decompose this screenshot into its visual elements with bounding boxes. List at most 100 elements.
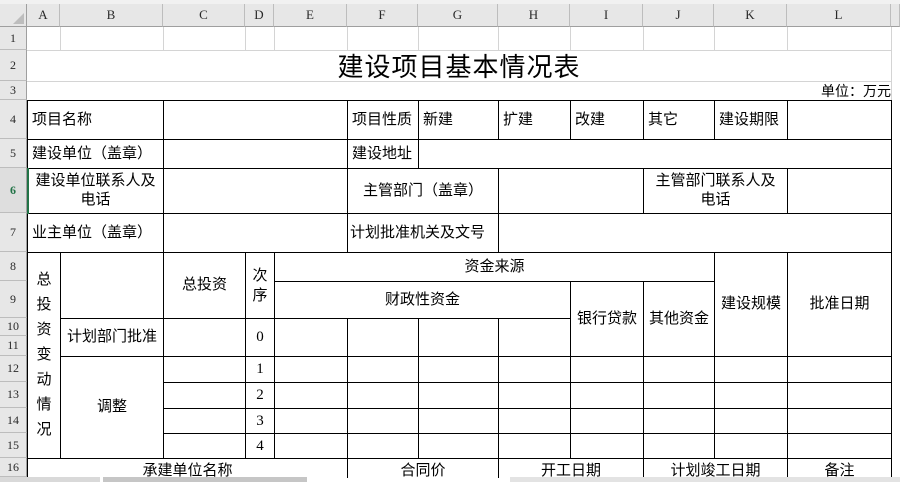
- cell-e15-blank[interactable]: [274, 433, 348, 459]
- cell-b8b9-blank[interactable]: [60, 252, 164, 319]
- cell-e10-blank[interactable]: [274, 318, 348, 357]
- cell-j13-blank[interactable]: [643, 382, 715, 409]
- col-header-I[interactable]: I: [570, 4, 643, 27]
- cell-e14-blank[interactable]: [274, 408, 348, 434]
- cell-adjustment-label[interactable]: 调整: [60, 356, 164, 459]
- row-header-9[interactable]: 9: [0, 281, 27, 318]
- cell-j15-blank[interactable]: [643, 433, 715, 459]
- cell-nature-expand[interactable]: 扩建: [498, 100, 571, 140]
- row-header-7[interactable]: 7: [0, 213, 27, 252]
- cell-c10-blank[interactable]: [163, 318, 246, 357]
- cell-project-name-label[interactable]: 项目名称: [27, 100, 164, 140]
- cell-competent-dept-value[interactable]: [498, 168, 644, 214]
- row-header-8[interactable]: 8: [0, 252, 27, 281]
- cell-project-name-value[interactable]: [163, 100, 348, 140]
- col-header-C[interactable]: C: [163, 4, 245, 27]
- cell-investment-change-section[interactable]: 总投资变动情况: [27, 252, 61, 459]
- cell-seq-0[interactable]: 0: [245, 318, 275, 357]
- cell-owner-unit-value[interactable]: [163, 213, 348, 253]
- cell-fiscal-funds-label[interactable]: 财政性资金: [274, 281, 571, 319]
- cell-construction-address-label[interactable]: 建设地址: [347, 139, 419, 169]
- cell-approval-date-label[interactable]: 批准日期: [787, 252, 892, 357]
- cell-sequence-label[interactable]: 次序: [245, 252, 275, 319]
- cell-k15-blank[interactable]: [714, 433, 788, 459]
- cell-seq-1[interactable]: 1: [245, 356, 275, 383]
- col-header-B[interactable]: B: [60, 4, 163, 27]
- cell-competent-dept-contact-value[interactable]: [787, 168, 892, 214]
- cell-plan-dept-approval-label[interactable]: 计划部门批准: [60, 318, 164, 357]
- cell-l13-blank[interactable]: [787, 382, 892, 409]
- cell-k13-blank[interactable]: [714, 382, 788, 409]
- cell-f14-blank[interactable]: [347, 408, 419, 434]
- cell-j12-blank[interactable]: [643, 356, 715, 383]
- row-header-12[interactable]: 12: [0, 356, 27, 382]
- row-header-11[interactable]: 11: [0, 336, 27, 356]
- cell-nature-rebuild[interactable]: 改建: [570, 100, 644, 140]
- cell-i13-blank[interactable]: [570, 382, 644, 409]
- cell-g12-blank[interactable]: [418, 356, 499, 383]
- cell-l12-blank[interactable]: [787, 356, 892, 383]
- row-header-1[interactable]: 1: [0, 27, 27, 50]
- cell-seq-3[interactable]: 3: [245, 408, 275, 434]
- cell-total-investment-label[interactable]: 总投资: [163, 252, 246, 319]
- sheet-title-cell[interactable]: 建设项目基本情况表: [27, 50, 891, 82]
- cell-bank-loan-label[interactable]: 银行贷款: [570, 281, 644, 357]
- cell-owner-unit-label[interactable]: 业主单位（盖章）: [27, 213, 164, 253]
- cell-k14-blank[interactable]: [714, 408, 788, 434]
- cell-other-funds-label[interactable]: 其他资金: [643, 281, 715, 357]
- cell-construction-scale-label[interactable]: 建设规模: [714, 252, 788, 357]
- row-header-2[interactable]: 2: [0, 50, 27, 81]
- cell-g13-blank[interactable]: [418, 382, 499, 409]
- cell-h12-blank[interactable]: [498, 356, 571, 383]
- cell-construction-period-value[interactable]: [787, 100, 892, 140]
- cell-plan-approval-org-label[interactable]: 计划批准机关及文号: [347, 213, 499, 253]
- cell-c15-blank[interactable]: [163, 433, 246, 459]
- cell-h13-blank[interactable]: [498, 382, 571, 409]
- cell-e13-blank[interactable]: [274, 382, 348, 409]
- col-header-G[interactable]: G: [418, 4, 498, 27]
- cell-construction-address-value[interactable]: [418, 139, 892, 169]
- cell-g15-blank[interactable]: [418, 433, 499, 459]
- cell-h14-blank[interactable]: [498, 408, 571, 434]
- col-header-L[interactable]: L: [787, 4, 891, 27]
- cell-construction-unit-contact-value[interactable]: [163, 168, 348, 214]
- cell-i12-blank[interactable]: [570, 356, 644, 383]
- cell-i15-blank[interactable]: [570, 433, 644, 459]
- cell-f10-blank[interactable]: [347, 318, 419, 357]
- cell-c14-blank[interactable]: [163, 408, 246, 434]
- cell-construction-unit-contact-label[interactable]: 建设单位联系人及电话: [27, 168, 164, 214]
- cell-funding-source-label[interactable]: 资金来源: [274, 252, 715, 282]
- cell-e12-blank[interactable]: [274, 356, 348, 383]
- col-header-E[interactable]: E: [274, 4, 347, 27]
- cell-competent-dept-label[interactable]: 主管部门（盖章）: [347, 168, 499, 214]
- cell-nature-new[interactable]: 新建: [418, 100, 499, 140]
- cell-nature-other[interactable]: 其它: [643, 100, 715, 140]
- cell-k12-blank[interactable]: [714, 356, 788, 383]
- col-header-K[interactable]: K: [714, 4, 787, 27]
- cell-f15-blank[interactable]: [347, 433, 419, 459]
- cell-f12-blank[interactable]: [347, 356, 419, 383]
- cell-j14-blank[interactable]: [643, 408, 715, 434]
- row-header-13[interactable]: 13: [0, 382, 27, 408]
- row-header-16[interactable]: 16: [0, 458, 27, 477]
- cell-construction-period-label[interactable]: 建设期限: [714, 100, 788, 140]
- cell-construction-unit-value[interactable]: [163, 139, 348, 169]
- cell-c13-blank[interactable]: [163, 382, 246, 409]
- cell-f13-blank[interactable]: [347, 382, 419, 409]
- row-header-3[interactable]: 3: [0, 81, 27, 100]
- unit-note-cell[interactable]: 单位：万元: [600, 81, 891, 100]
- cell-i14-blank[interactable]: [570, 408, 644, 434]
- col-header-H[interactable]: H: [498, 4, 570, 27]
- cell-c12-blank[interactable]: [163, 356, 246, 383]
- cell-l14-blank[interactable]: [787, 408, 892, 434]
- cell-g10-blank[interactable]: [418, 318, 499, 357]
- row-header-6[interactable]: 6: [0, 168, 27, 213]
- select-all-corner[interactable]: [0, 4, 27, 27]
- col-header-J[interactable]: J: [643, 4, 714, 27]
- cell-project-nature-label[interactable]: 项目性质: [347, 100, 419, 140]
- cell-h10-blank[interactable]: [498, 318, 571, 357]
- cell-seq-4[interactable]: 4: [245, 433, 275, 459]
- col-header-D[interactable]: D: [245, 4, 274, 27]
- cell-g14-blank[interactable]: [418, 408, 499, 434]
- cell-plan-approval-org-value[interactable]: [498, 213, 892, 253]
